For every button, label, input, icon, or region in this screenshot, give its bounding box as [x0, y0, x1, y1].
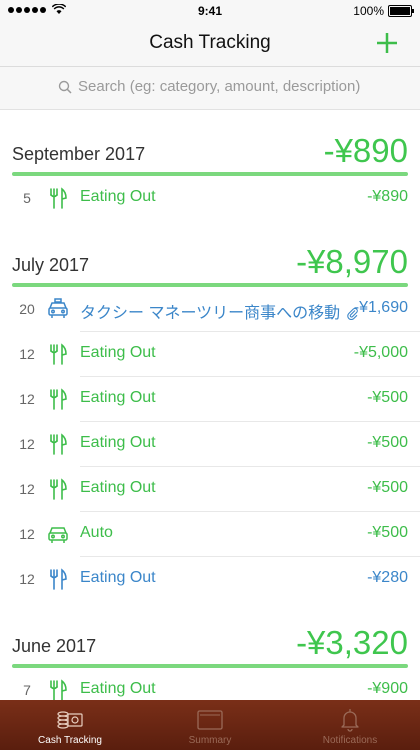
transaction-label: タクシー マネーツリー商事への移動: [80, 299, 359, 323]
fork-knife-icon: [46, 678, 70, 700]
transaction-label-text: Eating Out: [80, 569, 156, 586]
fork-knife-icon: [46, 432, 70, 456]
transaction-label-text: タクシー マネーツリー商事への移動: [80, 305, 341, 322]
transaction-day: 12: [19, 391, 35, 407]
page-title: Cash Tracking: [149, 32, 271, 53]
section-header: September 2017 -¥890: [0, 110, 420, 176]
bell-icon: [341, 709, 359, 732]
fork-knife-icon: [46, 342, 70, 366]
transaction-label-text: Eating Out: [80, 389, 156, 406]
transaction-amount: -¥500: [367, 479, 408, 496]
transaction-day: 12: [19, 436, 35, 452]
transaction-amount: -¥500: [367, 524, 408, 541]
section-header: June 2017 -¥3,320: [0, 602, 420, 668]
tab-notifications[interactable]: Notifications: [280, 700, 420, 750]
fork-knife-icon: [46, 186, 70, 210]
nav-bar: Cash Tracking: [0, 22, 420, 67]
section-header: July 2017 -¥8,970: [0, 221, 420, 287]
tab-label: Cash Tracking: [38, 735, 102, 746]
add-transaction-button[interactable]: [370, 26, 404, 60]
transaction-day: 12: [19, 571, 35, 587]
status-bar: 9:41 100%: [0, 0, 420, 22]
section-title: July 2017: [12, 255, 90, 275]
tab-label: Notifications: [322, 735, 378, 746]
transaction-day: 12: [19, 346, 35, 362]
transaction-row[interactable]: 12 Eating Out -¥280: [0, 557, 420, 602]
transaction-label: Eating Out: [80, 569, 156, 587]
folder-icon: [197, 710, 223, 730]
transaction-label-text: Auto: [80, 524, 113, 541]
transaction-label-text: Eating Out: [80, 680, 156, 697]
transaction-row[interactable]: 7 Eating Out -¥900: [0, 668, 420, 700]
transaction-label: Eating Out: [80, 344, 156, 362]
section-total: -¥8,970: [296, 243, 408, 280]
transaction-day: 12: [19, 526, 35, 542]
transaction-day: 20: [19, 301, 35, 317]
transaction-day: 12: [19, 481, 35, 497]
search-input[interactable]: Search (eg: category, amount, descriptio…: [58, 78, 360, 95]
battery-percent: 100%: [353, 4, 384, 18]
transaction-row[interactable]: 12 Eating Out -¥500: [0, 377, 420, 422]
section-total: -¥890: [323, 132, 408, 169]
transaction-label: Eating Out: [80, 389, 156, 407]
transaction-day: 7: [23, 682, 31, 698]
cash-icon: [57, 711, 83, 729]
fork-knife-icon: [46, 477, 70, 501]
car-icon: [46, 522, 70, 546]
transaction-row[interactable]: 12 Auto -¥500: [0, 512, 420, 557]
taxi-icon: [46, 297, 70, 321]
search-placeholder: Search (eg: category, amount, descriptio…: [78, 78, 361, 95]
transaction-label: Auto: [80, 524, 113, 542]
tab-summary[interactable]: Summary: [140, 700, 280, 750]
transaction-row[interactable]: 12 Eating Out -¥500: [0, 467, 420, 512]
section-title: June 2017: [12, 636, 97, 656]
transaction-row[interactable]: 20 タクシー マネーツリー商事への移動 -¥1,690: [0, 287, 420, 332]
transaction-amount: -¥500: [367, 434, 408, 451]
transaction-label-text: Eating Out: [80, 434, 156, 451]
tab-bar: Cash Tracking Summary Notifications: [0, 700, 420, 750]
transaction-label-text: Eating Out: [80, 344, 156, 361]
search-icon: [58, 80, 72, 94]
transaction-label: Eating Out: [80, 188, 156, 206]
search-bar[interactable]: Search (eg: category, amount, descriptio…: [0, 67, 420, 110]
transaction-amount: -¥890: [367, 188, 408, 205]
transaction-label-text: Eating Out: [80, 479, 156, 496]
plus-icon: [377, 33, 397, 53]
transaction-row[interactable]: 12 Eating Out -¥500: [0, 422, 420, 467]
transaction-label: Eating Out: [80, 434, 156, 452]
transaction-amount: -¥900: [367, 680, 408, 697]
transaction-amount: -¥5,000: [353, 344, 408, 361]
fork-knife-icon: [46, 387, 70, 411]
transaction-row[interactable]: 12 Eating Out -¥5,000: [0, 332, 420, 377]
transaction-amount: -¥280: [367, 569, 408, 586]
tab-cash-tracking[interactable]: Cash Tracking: [0, 700, 140, 750]
transaction-label: Eating Out: [80, 680, 156, 698]
transaction-label: Eating Out: [80, 479, 156, 497]
transaction-label-text: Eating Out: [80, 188, 156, 205]
section-total: -¥3,320: [296, 624, 408, 661]
section-title: September 2017: [12, 144, 146, 164]
tab-label: Summary: [188, 735, 232, 746]
battery-icon: [388, 5, 414, 17]
transaction-row[interactable]: 5 Eating Out -¥890: [0, 176, 420, 221]
transaction-amount: -¥1,690: [353, 299, 408, 316]
fork-knife-icon: [46, 567, 70, 591]
transaction-list[interactable]: September 2017 -¥890 5 Eating Out -¥890 …: [0, 110, 420, 700]
transaction-amount: -¥500: [367, 389, 408, 406]
transaction-day: 5: [23, 190, 31, 206]
